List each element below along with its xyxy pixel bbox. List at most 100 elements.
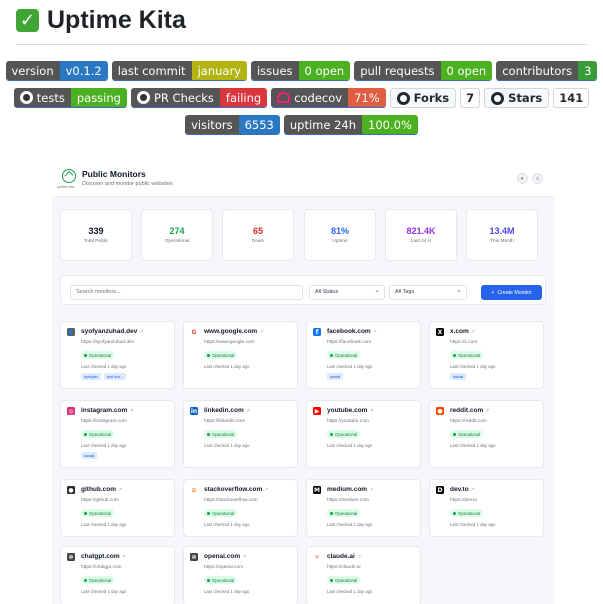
issues-badge[interactable]: issues 0 open	[250, 61, 351, 81]
external-link-icon: ↗	[259, 329, 264, 335]
monitor-card[interactable]: Mmedium.com ↗ https://medium.com Operationa…	[306, 479, 421, 537]
last-checked-text: Last checked 1 day ago	[204, 364, 250, 369]
status-label: Operational	[89, 431, 112, 437]
tag-chip[interactable]: social	[81, 452, 98, 459]
tags-filter-select[interactable]: All Tags	[389, 285, 467, 300]
monitor-name-link[interactable]: youtube.com ↗	[327, 407, 374, 414]
monitor-name-link[interactable]: www.google.com ↗	[204, 328, 263, 335]
monitor-name-link[interactable]: instagram.com ↗	[81, 407, 133, 414]
badge-label: pull requests	[354, 61, 441, 80]
status-label: Operational	[458, 431, 481, 437]
monitor-card[interactable]: ✻ openai.com ↗ https://openai.com Operationa…	[183, 546, 298, 604]
external-link-icon: ↗	[118, 487, 123, 493]
status-badge: Operational	[327, 576, 361, 584]
stars-button[interactable]: Stars	[484, 88, 550, 108]
monitor-card[interactable]: Xx.com ↗ https://x.com Operational Last chec…	[429, 321, 544, 389]
github-icon	[396, 91, 410, 105]
create-monitor-button[interactable]: + Create Monitor	[481, 285, 542, 300]
monitor-card[interactable]: in linkedin.com ↗ https://linkedin.com Opera…	[183, 400, 298, 468]
status-label: Operational	[212, 352, 235, 358]
monitor-name: x.com	[450, 328, 469, 335]
last-commit-badge[interactable]: last commit january	[111, 61, 247, 81]
tag-list: social	[327, 373, 344, 380]
app-subtitle: Discover and monitor public websites	[82, 181, 173, 187]
site-favicon-icon: ●	[67, 486, 75, 494]
codecov-badge[interactable]: codecov 71%	[271, 88, 386, 108]
badge-value: 100.0%	[362, 115, 418, 134]
monitor-url: https://github.com	[81, 498, 119, 503]
last-checked-text: Last checked 1 day ago	[327, 364, 373, 369]
monitor-url: https://www.google.com	[204, 340, 255, 345]
stat-value: 65	[252, 226, 263, 236]
monitor-card[interactable]: ▶ youtube.com ↗ https://youtube.com Operatio…	[306, 400, 421, 468]
monitor-card[interactable]: ✻ chatgpt.com ↗ https://chatgpt.com Operatio…	[60, 546, 175, 604]
badge-label: tests	[36, 90, 65, 105]
title-divider	[16, 44, 587, 45]
monitor-name: chatgpt.com	[81, 553, 120, 560]
monitor-name-link[interactable]: linkedin.com ↗	[204, 407, 250, 414]
monitor-url: https://medium.com	[327, 498, 369, 503]
external-link-icon: ↗	[369, 408, 374, 414]
tag-chip[interactable]: syofyan	[81, 373, 101, 380]
stat-card: 13.4M This Month	[466, 209, 538, 261]
monitor-name: reddit.com	[450, 407, 484, 414]
monitor-card[interactable]: 👤 syofyanzuhad.dev ↗ https://syofyanzuhad.d…	[60, 321, 175, 389]
stat-value: 821.4K	[406, 226, 436, 236]
monitor-card[interactable]: Gwww.google.com ↗ https://www.google.com Op…	[183, 321, 298, 389]
monitor-card[interactable]: ● github.com ↗ https://github.com Operationa…	[60, 479, 175, 537]
monitor-name-link[interactable]: stackoverflow.com ↗	[204, 486, 268, 493]
last-checked-text: Last checked 1 day ago	[450, 364, 496, 369]
monitor-name-link[interactable]: syofyanzuhad.dev ↗	[81, 328, 144, 335]
external-link-icon: ↗	[369, 487, 374, 493]
site-favicon-icon: X	[436, 328, 444, 336]
monitor-card[interactable]: f facebook.com ↗ https://facebook.com Operat…	[306, 321, 421, 389]
last-checked-text: Last checked 1 day ago	[327, 443, 373, 448]
monitor-name-link[interactable]: dev.to ↗	[450, 486, 475, 493]
monitor-name-link[interactable]: x.com ↗	[450, 328, 475, 335]
uptime-badge[interactable]: uptime 24h 100.0%	[283, 115, 418, 135]
monitor-name-link[interactable]: facebook.com ↗	[327, 328, 377, 335]
stat-value: 81%	[330, 226, 349, 236]
status-label: Operational	[335, 577, 358, 583]
monitor-name: stackoverflow.com	[204, 486, 263, 493]
pr-checks-badge[interactable]: PR Checks failing	[130, 88, 268, 108]
monitor-card[interactable]: Ddev.to ↗ https://dev.to Operational Last ch…	[429, 479, 544, 537]
stat-label: Operational	[164, 239, 190, 244]
forks-count[interactable]: 7	[460, 88, 481, 108]
monitor-url: https://stackoverflow.com	[204, 498, 258, 503]
badge-row-2: tests passing PR Checks failing codecov 71%…	[0, 88, 603, 108]
badge-label: version	[5, 61, 60, 80]
monitor-name-link[interactable]: chatgpt.com ↗	[81, 553, 126, 560]
monitor-card[interactable]: ● reddit.com ↗ https://reddit.com Operationa…	[429, 400, 544, 468]
status-filter-select[interactable]: All Status	[309, 285, 385, 300]
status-badge: Operational	[204, 509, 238, 517]
tag-chip[interactable]: social	[327, 373, 344, 380]
monitor-name-link[interactable]: github.com ↗	[81, 486, 122, 493]
monitor-url: https://instagram.com	[81, 419, 127, 424]
home-icon[interactable]: ⌂	[532, 173, 543, 184]
stars-count[interactable]: 141	[553, 88, 590, 108]
tag-chip[interactable]: tool ton...	[103, 373, 127, 380]
monitor-name-link[interactable]: medium.com ↗	[327, 486, 373, 493]
last-checked-text: Last checked 1 day ago	[81, 443, 127, 448]
monitor-name-link[interactable]: openai.com ↗	[204, 553, 246, 560]
site-favicon-icon: in	[190, 407, 198, 415]
forks-button[interactable]: Forks	[389, 88, 457, 108]
badge-label: last commit	[111, 61, 192, 80]
tag-chip[interactable]: social	[450, 373, 467, 380]
visitors-badge[interactable]: visitors 6553	[185, 115, 280, 135]
monitor-card[interactable]: ≡ stackoverflow.com ↗ https://stackoverflow…	[183, 479, 298, 537]
theme-toggle-icon[interactable]: ◐	[517, 173, 528, 184]
contributors-badge[interactable]: contributors 3	[496, 61, 598, 81]
pull-requests-badge[interactable]: pull requests 0 open	[354, 61, 493, 81]
search-input[interactable]: Search monitors...	[70, 285, 303, 300]
stars-label: Stars	[508, 91, 543, 105]
stat-label: Last 24 H	[410, 239, 432, 244]
tests-badge[interactable]: tests passing	[13, 88, 127, 108]
monitor-name-link[interactable]: reddit.com ↗	[450, 407, 489, 414]
monitor-name-link[interactable]: claude.ai ↗	[327, 553, 361, 560]
monitor-card[interactable]: ✳ claude.ai ↗ https://claude.ai Operational L…	[306, 546, 421, 604]
monitor-url: https://linkedin.com	[204, 419, 246, 424]
version-badge[interactable]: version v0.1.2	[5, 61, 108, 81]
monitor-card[interactable]: ◎ instagram.com ↗ https://instagram.com Oper…	[60, 400, 175, 468]
